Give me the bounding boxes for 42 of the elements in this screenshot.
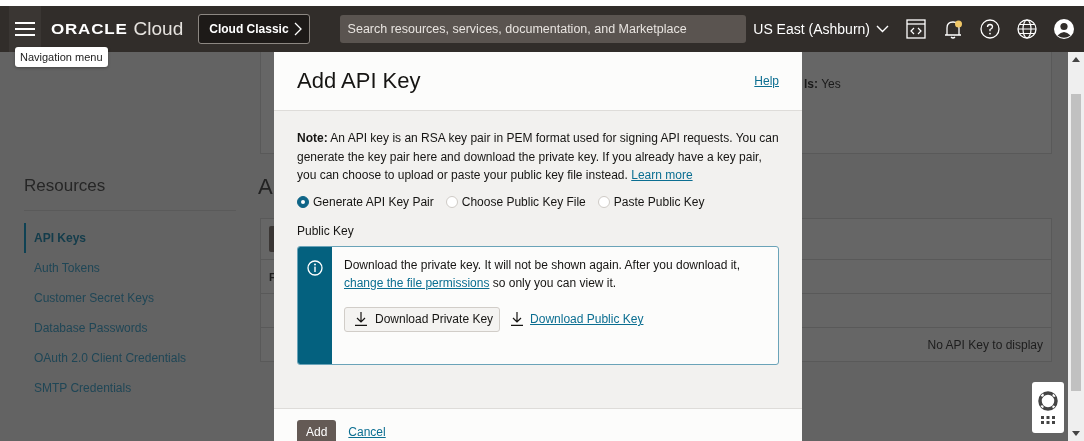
download-private-key-button[interactable]: Download Private Key — [344, 306, 501, 332]
note-text: Note: An API key is an RSA key pair in PEM format used for signing API requests. You can generate the key pair here and download the private key. If you already have a key pair, you can choose to upload or paste your public key file instead. Learn more — [297, 130, 779, 184]
region-selector[interactable]: US East (Ashburn) — [753, 21, 889, 37]
radio-option[interactable]: Paste Public Key — [597, 194, 705, 209]
lifebuoy-icon — [1038, 391, 1058, 411]
cancel-link[interactable]: Cancel — [348, 425, 386, 439]
product-name: Cloud — [133, 18, 184, 40]
radio-option[interactable]: Choose Public Key File — [445, 194, 586, 209]
info-icon — [307, 259, 323, 276]
info-text: Download the private key. It will not be shown again. After you download it, change the file permissions so only you can view it. — [344, 256, 741, 292]
download-icon — [511, 312, 524, 326]
notification-bell-icon[interactable] — [943, 19, 963, 39]
search-field[interactable]: Search resources, services, documentation, and Marketplace — [339, 15, 746, 43]
help-icon[interactable] — [980, 19, 1000, 39]
permissions-link[interactable]: change the file permissions — [344, 276, 490, 290]
help-widget[interactable] — [1032, 382, 1064, 433]
page-heading: A — [258, 174, 273, 200]
download-public-key-link[interactable]: Download Public Key — [511, 312, 644, 326]
learn-more-link[interactable]: Learn more — [631, 168, 693, 182]
scroll-up-icon[interactable] — [1072, 57, 1080, 62]
menu-icon — [15, 22, 35, 36]
scroll-down-icon[interactable] — [1072, 431, 1080, 436]
avatar-icon[interactable] — [1054, 19, 1074, 39]
cloud-classic-button[interactable]: Cloud Classic — [198, 14, 310, 44]
chevron-right-icon — [293, 22, 302, 36]
section-title: Resources — [24, 176, 236, 211]
globe-icon[interactable] — [1017, 19, 1037, 39]
radio-option[interactable]: Generate API Key Pair — [297, 194, 434, 209]
detail-text: ls: Yes — [804, 77, 841, 91]
download-icon — [355, 312, 367, 326]
menu-button[interactable] — [9, 6, 41, 52]
field-label: Public Key — [297, 223, 355, 238]
dialog-title: Add API Key — [297, 68, 421, 94]
grid-dots-icon — [1041, 416, 1055, 424]
chevron-down-icon — [876, 25, 889, 33]
help-link[interactable]: Help — [754, 74, 779, 88]
logo-wordmark: ORACLE — [51, 20, 128, 38]
add-button[interactable]: Add — [297, 420, 337, 441]
tooltip: Navigation menu — [15, 47, 108, 67]
scrollbar-thumb[interactable] — [1071, 94, 1081, 391]
empty-message: No API Key to display — [927, 337, 1043, 352]
code-console-icon[interactable] — [906, 19, 926, 39]
